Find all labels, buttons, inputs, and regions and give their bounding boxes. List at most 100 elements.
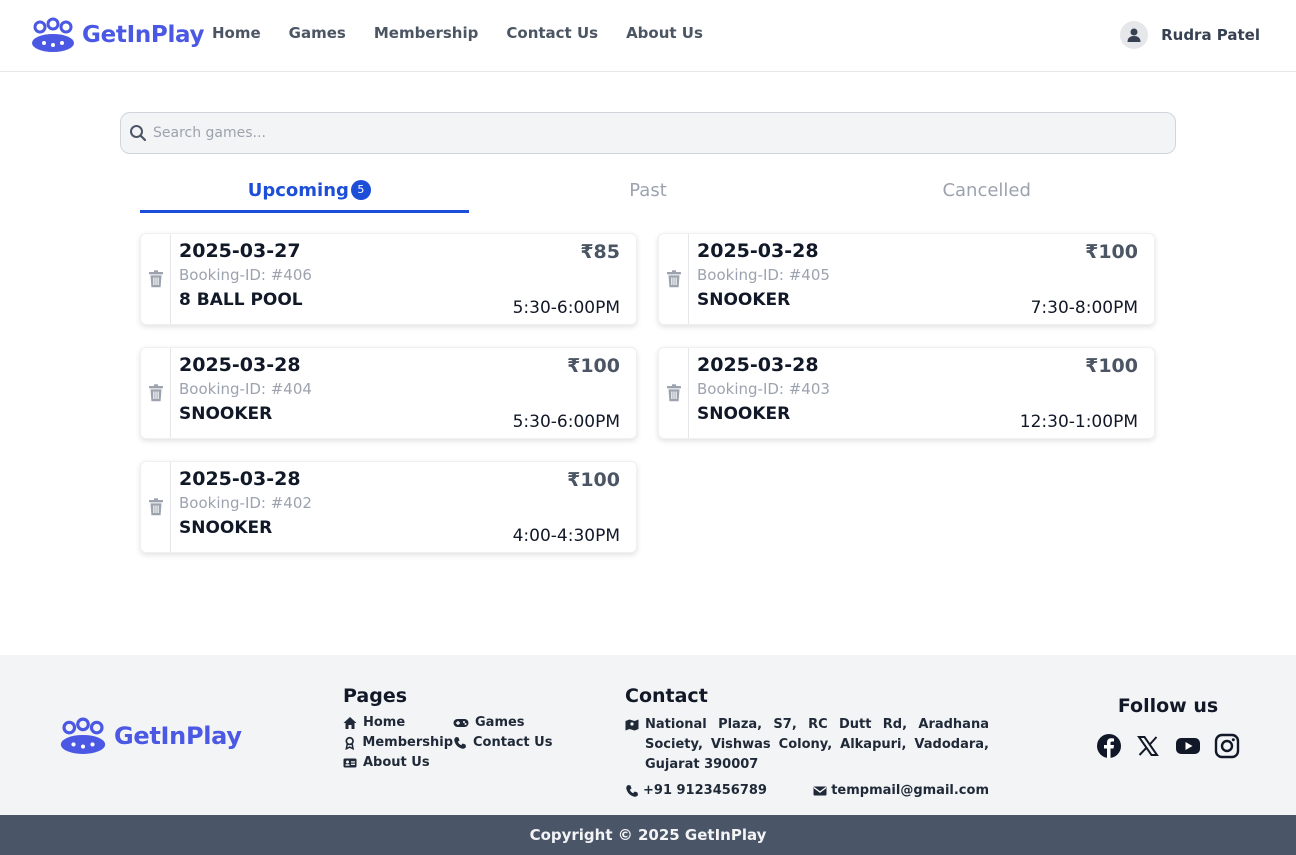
footer-link-contact-us[interactable]: Contact Us: [453, 735, 563, 750]
booking-price: ₹85: [580, 241, 620, 263]
footer-link-contact-us-label: Contact Us: [473, 735, 553, 750]
booking-price: ₹100: [1085, 241, 1138, 263]
tab-past-label: Past: [629, 180, 667, 201]
footer-phone-text: +91 9123456789: [643, 783, 767, 798]
social-links: [1092, 733, 1244, 759]
delete-booking-button[interactable]: [659, 348, 689, 438]
booking-card: 2025-03-28 ₹100 Booking-ID: #405 SNOOKER…: [658, 233, 1155, 325]
booking-details: 2025-03-28 ₹100 Booking-ID: #403 SNOOKER…: [689, 348, 1154, 438]
footer-link-home-label: Home: [363, 715, 406, 730]
home-icon: [343, 716, 357, 729]
booking-details: 2025-03-28 ₹100 Booking-ID: #402 SNOOKER…: [171, 462, 636, 552]
booking-card: 2025-03-27 ₹85 Booking-ID: #406 8 BALL P…: [140, 233, 637, 325]
booking-time: 7:30-8:00PM: [1030, 298, 1138, 318]
footer-address-text: National Plaza, S7, RC Dutt Rd, Aradhana…: [645, 717, 989, 772]
booking-id: Booking-ID: #403: [697, 380, 830, 398]
nav-membership[interactable]: Membership: [374, 24, 479, 42]
search-icon: [130, 125, 147, 142]
upcoming-count-badge: 5: [350, 180, 371, 200]
nav-contact-us[interactable]: Contact Us: [506, 24, 598, 42]
nav-games[interactable]: Games: [289, 24, 346, 42]
footer-link-about-us-label: About Us: [363, 755, 430, 770]
footer-email[interactable]: tempmail@gmail.com: [813, 783, 989, 798]
booking-id: Booking-ID: #405: [697, 266, 830, 284]
search-bar: [120, 112, 1176, 154]
nav-home[interactable]: Home: [212, 24, 261, 42]
user-icon: [1127, 28, 1141, 42]
delete-booking-button[interactable]: [141, 348, 171, 438]
user-menu[interactable]: Rudra Patel: [1120, 21, 1260, 49]
award-icon: [345, 736, 355, 750]
footer-link-home[interactable]: Home: [343, 715, 453, 730]
tab-upcoming[interactable]: Upcoming 5: [140, 176, 479, 214]
facebook-icon[interactable]: [1096, 733, 1122, 759]
booking-price: ₹100: [567, 469, 620, 491]
trash-icon: [148, 498, 163, 516]
youtube-icon[interactable]: [1175, 733, 1201, 759]
delete-booking-button[interactable]: [141, 234, 171, 324]
brand-name: GetInPlay: [82, 22, 205, 48]
footer-contact-heading: Contact: [625, 685, 708, 707]
booking-time: 5:30-6:00PM: [512, 412, 620, 432]
phone-icon: [626, 784, 638, 797]
id-card-icon: [343, 758, 357, 767]
footer-phone[interactable]: +91 9123456789: [625, 783, 767, 798]
brand-logo-icon: [32, 17, 74, 52]
search-input[interactable]: [153, 125, 1153, 141]
user-name: Rudra Patel: [1161, 26, 1260, 44]
footer-follow-heading: Follow us: [1117, 695, 1219, 717]
tab-past[interactable]: Past: [479, 176, 818, 214]
booking-date: 2025-03-27: [179, 240, 301, 262]
booking-price: ₹100: [1085, 355, 1138, 377]
delete-booking-button[interactable]: [141, 462, 171, 552]
booking-details: 2025-03-28 ₹100 Booking-ID: #404 SNOOKER…: [171, 348, 636, 438]
booking-date: 2025-03-28: [697, 354, 819, 376]
booking-time: 4:00-4:30PM: [512, 526, 620, 546]
trash-icon: [666, 384, 681, 402]
delete-booking-button[interactable]: [659, 234, 689, 324]
booking-id: Booking-ID: #402: [179, 494, 312, 512]
footer-pages: Pages Home Games Membership Contact Us A…: [343, 685, 573, 770]
footer-pages-heading: Pages: [343, 685, 408, 707]
booking-date: 2025-03-28: [179, 468, 301, 490]
booking-date: 2025-03-28: [179, 354, 301, 376]
tab-upcoming-label: Upcoming: [247, 180, 349, 201]
header: GetInPlay Home Games Membership Contact …: [0, 0, 1296, 72]
footer-link-membership[interactable]: Membership: [343, 735, 453, 750]
booking-card: 2025-03-28 ₹100 Booking-ID: #402 SNOOKER…: [140, 461, 637, 553]
footer-follow: Follow us: [1092, 695, 1244, 759]
footer-contact-row: +91 9123456789 tempmail@gmail.com: [625, 783, 989, 798]
footer-email-text: tempmail@gmail.com: [831, 783, 989, 798]
x-icon[interactable]: [1135, 733, 1161, 759]
footer-brand-name: GetInPlay: [114, 722, 242, 750]
footer-logo-icon: [60, 717, 106, 754]
footer-link-about-us[interactable]: About Us: [343, 755, 453, 770]
gamepad-icon: [453, 718, 469, 727]
instagram-icon[interactable]: [1214, 733, 1240, 759]
booking-time: 5:30-6:00PM: [512, 298, 620, 318]
booking-id: Booking-ID: #404: [179, 380, 312, 398]
tab-cancelled-label: Cancelled: [942, 180, 1031, 201]
nav-about-us[interactable]: About Us: [626, 24, 703, 42]
footer-address: National Plaza, S7, RC Dutt Rd, Aradhana…: [625, 715, 989, 775]
booking-card: 2025-03-28 ₹100 Booking-ID: #403 SNOOKER…: [658, 347, 1155, 439]
tab-cancelled[interactable]: Cancelled: [817, 176, 1156, 214]
avatar[interactable]: [1120, 21, 1149, 49]
footer-link-games[interactable]: Games: [453, 715, 563, 730]
booking-date: 2025-03-28: [697, 240, 819, 262]
booking-details: 2025-03-28 ₹100 Booking-ID: #405 SNOOKER…: [689, 234, 1154, 324]
trash-icon: [148, 270, 163, 288]
footer-brand-link[interactable]: GetInPlay: [58, 717, 242, 755]
booking-card: 2025-03-28 ₹100 Booking-ID: #404 SNOOKER…: [140, 347, 637, 439]
copyright-bar: Copyright © 2025 GetInPlay: [0, 815, 1296, 855]
booking-tabs: Upcoming 5 Past Cancelled: [140, 176, 1156, 214]
mail-icon: [813, 786, 827, 795]
booking-price: ₹100: [567, 355, 620, 377]
phone-icon: [454, 736, 466, 749]
footer: GetInPlay Pages Home Games Membership Co…: [0, 655, 1296, 815]
footer-pages-list: Home Games Membership Contact Us About U…: [343, 715, 573, 770]
booking-id: Booking-ID: #406: [179, 266, 312, 284]
brand-logo-link[interactable]: GetInPlay: [30, 17, 205, 53]
footer-link-membership-label: Membership: [362, 735, 453, 750]
trash-icon: [666, 270, 681, 288]
